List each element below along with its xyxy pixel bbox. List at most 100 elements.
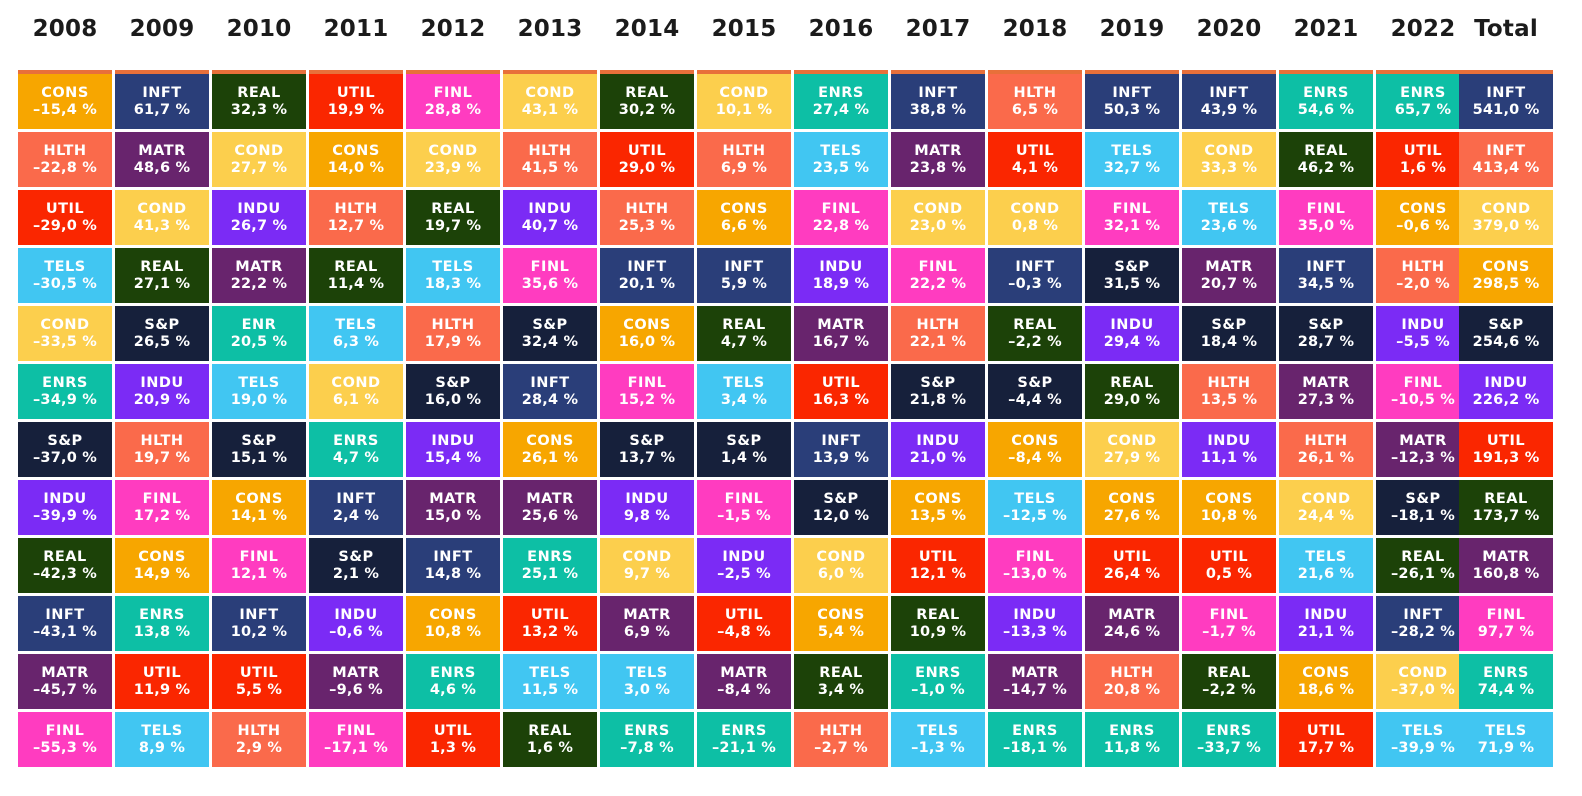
quilt-cell[interactable]: CONS 6,6 % [697, 190, 791, 245]
quilt-cell[interactable]: S&P 32,4 % [503, 306, 597, 361]
quilt-cell[interactable]: REAL 11,4 % [309, 248, 403, 303]
quilt-cell[interactable]: REAL 3,4 % [794, 654, 888, 709]
quilt-cell[interactable]: CONS –8,4 % [988, 422, 1082, 477]
quilt-cell[interactable]: S&P 1,4 % [697, 422, 791, 477]
quilt-cell[interactable]: INDU 40,7 % [503, 190, 597, 245]
quilt-cell[interactable]: HLTH 6,9 % [697, 132, 791, 187]
quilt-cell[interactable]: TELS 18,3 % [406, 248, 500, 303]
quilt-cell[interactable]: UTIL 1,6 % [1376, 132, 1470, 187]
quilt-cell[interactable]: FINL 22,8 % [794, 190, 888, 245]
quilt-cell[interactable]: INDU –0,6 % [309, 596, 403, 651]
quilt-cell[interactable]: UTIL 13,2 % [503, 596, 597, 651]
quilt-cell[interactable]: HLTH –22,8 % [18, 132, 112, 187]
quilt-cell[interactable]: CONS 10,8 % [406, 596, 500, 651]
quilt-cell[interactable]: INDU 226,2 % [1459, 364, 1553, 419]
quilt-cell[interactable]: COND –37,0 % [1376, 654, 1470, 709]
quilt-cell[interactable]: UTIL 11,9 % [115, 654, 209, 709]
quilt-cell[interactable]: UTIL 1,3 % [406, 712, 500, 767]
quilt-cell[interactable]: HLTH 17,9 % [406, 306, 500, 361]
quilt-cell[interactable]: ENRS 74,4 % [1459, 654, 1553, 709]
quilt-cell[interactable]: INDU 20,9 % [115, 364, 209, 419]
quilt-cell[interactable]: CONS 16,0 % [600, 306, 694, 361]
quilt-cell[interactable]: MATR 15,0 % [406, 480, 500, 535]
quilt-cell[interactable]: HLTH 13,5 % [1182, 364, 1276, 419]
quilt-cell[interactable]: COND 27,7 % [212, 132, 306, 187]
quilt-cell[interactable]: COND 9,7 % [600, 538, 694, 593]
quilt-cell[interactable]: COND 0,8 % [988, 190, 1082, 245]
quilt-cell[interactable]: MATR 20,7 % [1182, 248, 1276, 303]
quilt-cell[interactable]: TELS 8,9 % [115, 712, 209, 767]
quilt-cell[interactable]: FINL 28,8 % [406, 74, 500, 129]
quilt-cell[interactable]: UTIL 0,5 % [1182, 538, 1276, 593]
quilt-cell[interactable]: MATR –9,6 % [309, 654, 403, 709]
quilt-cell[interactable]: INFT 413,4 % [1459, 132, 1553, 187]
quilt-cell[interactable]: MATR 25,6 % [503, 480, 597, 535]
quilt-cell[interactable]: CONS –0,6 % [1376, 190, 1470, 245]
quilt-cell[interactable]: FINL 35,6 % [503, 248, 597, 303]
quilt-cell[interactable]: REAL 4,7 % [697, 306, 791, 361]
quilt-cell[interactable]: INFT 43,9 % [1182, 74, 1276, 129]
quilt-cell[interactable]: ENRS 27,4 % [794, 74, 888, 129]
quilt-cell[interactable]: TELS –12,5 % [988, 480, 1082, 535]
quilt-cell[interactable]: INFT –0,3 % [988, 248, 1082, 303]
quilt-cell[interactable]: FINL 97,7 % [1459, 596, 1553, 651]
quilt-cell[interactable]: FINL 22,2 % [891, 248, 985, 303]
quilt-cell[interactable]: S&P 26,5 % [115, 306, 209, 361]
quilt-cell[interactable]: MATR 24,6 % [1085, 596, 1179, 651]
quilt-cell[interactable]: HLTH 19,7 % [115, 422, 209, 477]
quilt-cell[interactable]: TELS 6,3 % [309, 306, 403, 361]
quilt-cell[interactable]: UTIL 29,0 % [600, 132, 694, 187]
quilt-cell[interactable]: COND 6,0 % [794, 538, 888, 593]
quilt-cell[interactable]: HLTH 25,3 % [600, 190, 694, 245]
quilt-cell[interactable]: CONS 14,0 % [309, 132, 403, 187]
quilt-cell[interactable]: S&P –37,0 % [18, 422, 112, 477]
quilt-cell[interactable]: UTIL 5,5 % [212, 654, 306, 709]
quilt-cell[interactable]: INDU 15,4 % [406, 422, 500, 477]
quilt-cell[interactable]: COND 10,1 % [697, 74, 791, 129]
quilt-cell[interactable]: FINL –17,1 % [309, 712, 403, 767]
quilt-cell[interactable]: S&P 31,5 % [1085, 248, 1179, 303]
quilt-cell[interactable]: TELS 3,0 % [600, 654, 694, 709]
quilt-cell[interactable]: UTIL 191,3 % [1459, 422, 1553, 477]
quilt-cell[interactable]: FINL 35,0 % [1279, 190, 1373, 245]
quilt-cell[interactable]: CONS 27,6 % [1085, 480, 1179, 535]
quilt-cell[interactable]: HLTH 41,5 % [503, 132, 597, 187]
quilt-cell[interactable]: REAL 1,6 % [503, 712, 597, 767]
quilt-cell[interactable]: REAL 10,9 % [891, 596, 985, 651]
quilt-cell[interactable]: MATR –8,4 % [697, 654, 791, 709]
quilt-cell[interactable]: INDU –39,9 % [18, 480, 112, 535]
quilt-cell[interactable]: ENRS 54,6 % [1279, 74, 1373, 129]
quilt-cell[interactable]: REAL 19,7 % [406, 190, 500, 245]
quilt-cell[interactable]: COND 41,3 % [115, 190, 209, 245]
quilt-cell[interactable]: ENRS –34,9 % [18, 364, 112, 419]
quilt-cell[interactable]: FINL –13,0 % [988, 538, 1082, 593]
quilt-cell[interactable]: TELS 21,6 % [1279, 538, 1373, 593]
quilt-cell[interactable]: HLTH 2,9 % [212, 712, 306, 767]
quilt-cell[interactable]: INFT 541,0 % [1459, 74, 1553, 129]
quilt-cell[interactable]: CONS 26,1 % [503, 422, 597, 477]
quilt-cell[interactable]: CONS –15,4 % [18, 74, 112, 129]
quilt-cell[interactable]: INDU 9,8 % [600, 480, 694, 535]
quilt-cell[interactable]: COND 27,9 % [1085, 422, 1179, 477]
quilt-cell[interactable]: UTIL 17,7 % [1279, 712, 1373, 767]
quilt-cell[interactable]: ENR 20,5 % [212, 306, 306, 361]
quilt-cell[interactable]: ENRS –7,8 % [600, 712, 694, 767]
quilt-cell[interactable]: UTIL 4,1 % [988, 132, 1082, 187]
quilt-cell[interactable]: REAL 29,0 % [1085, 364, 1179, 419]
quilt-cell[interactable]: FINL 15,2 % [600, 364, 694, 419]
quilt-cell[interactable]: UTIL 16,3 % [794, 364, 888, 419]
quilt-cell[interactable]: INDU 29,4 % [1085, 306, 1179, 361]
quilt-cell[interactable]: S&P 12,0 % [794, 480, 888, 535]
quilt-cell[interactable]: ENRS –33,7 % [1182, 712, 1276, 767]
quilt-cell[interactable]: UTIL 19,9 % [309, 74, 403, 129]
quilt-cell[interactable]: HLTH 6,5 % [988, 74, 1082, 129]
quilt-cell[interactable]: CONS 5,4 % [794, 596, 888, 651]
quilt-cell[interactable]: INDU –5,5 % [1376, 306, 1470, 361]
quilt-cell[interactable]: INFT 61,7 % [115, 74, 209, 129]
quilt-cell[interactable]: MATR 27,3 % [1279, 364, 1373, 419]
quilt-cell[interactable]: COND –33,5 % [18, 306, 112, 361]
quilt-cell[interactable]: HLTH 20,8 % [1085, 654, 1179, 709]
quilt-cell[interactable]: INFT –43,1 % [18, 596, 112, 651]
quilt-cell[interactable]: FINL 12,1 % [212, 538, 306, 593]
quilt-cell[interactable]: S&P 18,4 % [1182, 306, 1276, 361]
